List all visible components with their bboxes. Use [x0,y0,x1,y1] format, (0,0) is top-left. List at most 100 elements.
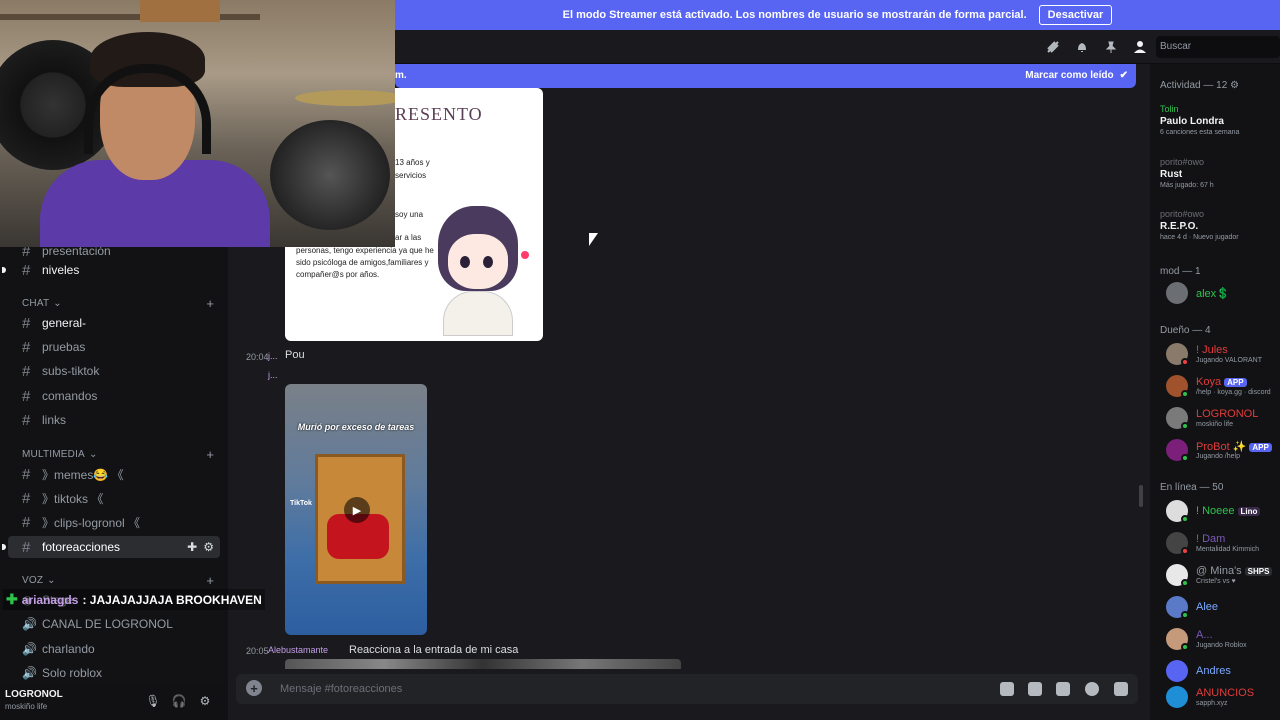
channel-links[interactable]: # links [8,409,220,431]
add-channel-button[interactable]: + [206,296,214,311]
search-input[interactable]: Buscar [1156,36,1280,58]
channel-label: fotoreacciones [42,540,121,554]
channel-label: links [42,413,67,427]
gear-icon[interactable]: ⚙ [203,540,214,554]
speaker-icon: 🔊 [22,642,37,656]
emoji-icon[interactable] [1085,682,1099,696]
member-item[interactable]: Andres [1166,660,1280,686]
gamepad-icon[interactable] [1114,682,1128,696]
headphones-icon[interactable]: 🎧 [170,692,188,710]
add-member-icon[interactable]: ✚ [187,540,197,554]
channel-memes[interactable]: # 》memes😂 《 [8,463,220,485]
avatar [1166,660,1188,682]
member-item[interactable]: ! Dam Mentalidad Kimmich [1166,532,1280,558]
channel-clips[interactable]: # 》clips-logronol 《 [8,511,220,533]
channel-label: CANAL DE LOGRONOL [42,617,173,631]
category-voz[interactable]: VOZ ⌄ [22,575,56,586]
member-item[interactable]: ProBot ✨ APP Jugando /help [1166,439,1280,465]
scrollbar[interactable] [1139,485,1143,507]
like-count: 342 [516,293,530,302]
attach-plus-icon[interactable]: + [246,680,262,696]
member-name: ! Jules [1196,344,1228,356]
activity-game: R.E.P.O. [1160,221,1199,232]
category-chat[interactable]: CHAT ⌄ [22,298,62,309]
activity-item[interactable]: porito#owo Rust Más jugado: 67 h [1160,157,1280,189]
status-indicator [1181,515,1189,523]
bell-icon[interactable] [1074,39,1090,55]
member-tag: Lino [1237,507,1261,516]
member-item[interactable]: ! Jules Jugando VALORANT [1166,343,1280,369]
next-attachment[interactable] [285,659,681,669]
hash-icon: # [22,538,31,556]
hash-icon: # [22,362,31,380]
deactivate-button[interactable]: Desactivar [1038,5,1113,25]
channel-tiktoks[interactable]: # 》tiktoks 《 [8,487,220,509]
drum-illustration [270,120,390,230]
member-item[interactable]: Koya APP/help · koya.gg · discord [1166,375,1280,401]
member-name: alex💲 [1196,288,1230,300]
avatar [1166,282,1188,304]
add-channel-button[interactable]: + [206,573,214,588]
member-item[interactable]: ANUNCIOS sapph.xyz [1166,686,1280,712]
status-indicator [1181,390,1189,398]
member-status: moskiño life [1196,421,1233,428]
channel-pruebas[interactable]: # pruebas [8,336,220,358]
channel-comandos[interactable]: # comandos [8,385,220,407]
mouse-cursor [589,233,598,246]
channel-subs-tiktok[interactable]: # subs-tiktok [8,360,220,382]
message-author[interactable]: j... [268,370,278,380]
channel-label: 》memes😂 《 [42,467,124,482]
hash-icon: # [22,513,31,531]
member-name: @ Mina's SHPS [1196,565,1273,577]
activity-item[interactable]: Tolin Paulo Londra 6 canciones esta sema… [1160,104,1280,136]
tiktok-brand: TikTok [290,500,312,507]
message-input[interactable]: Mensaje #fotoreacciones [280,683,402,695]
channel-fotoreacciones[interactable]: # fotoreacciones ✚ ⚙ [2,536,220,558]
member-item[interactable]: @ Mina's SHPS Cristel's vs ♥ [1166,564,1280,590]
mod-header: mod — 1 [1160,266,1201,277]
member-status: /help · koya.gg · discord [1196,389,1271,396]
voice-channel-roblox[interactable]: 🔊 Solo roblox [8,662,220,684]
channel-label: comandos [42,389,98,403]
message-composer[interactable]: + Mensaje #fotoreacciones [236,674,1138,704]
member-list: Actividad — 12 ⚙ Tolin Paulo Londra 6 ca… [1150,64,1280,720]
gift-icon[interactable] [1000,682,1014,696]
message-author[interactable]: Alebustamante [268,645,328,655]
voice-channel-logronol[interactable]: 🔊 CANAL DE LOGRONOL [8,613,220,635]
activity-game: Paulo Londra [1160,116,1224,127]
channel-label: charlando [42,642,95,656]
gear-icon[interactable]: ⚙ [196,692,214,710]
voice-channel-charlando[interactable]: 🔊 charlando [8,638,220,660]
threads-icon[interactable] [1045,39,1061,55]
member-item[interactable]: alex💲 [1166,282,1280,308]
image-line: soy una [395,210,424,219]
member-list-icon[interactable] [1132,39,1148,55]
category-label: VOZ [22,575,44,586]
video-attachment[interactable]: Murió por exceso de tareas TikTok ▶ [285,384,427,635]
status-indicator [1181,611,1189,619]
member-item[interactable]: LOGRONOL moskiño life [1166,407,1280,433]
member-item[interactable]: Alee [1166,596,1280,622]
play-icon[interactable]: ▶ [344,497,370,523]
speaker-icon: 🔊 [22,666,37,680]
category-multimedia[interactable]: MULTIMEDIA ⌄ [22,449,98,460]
online-header: En línea — 50 [1160,482,1224,493]
member-item[interactable]: ! Noeee Lino [1166,500,1280,526]
message-timestamp: 20:05 [246,646,269,656]
activity-item[interactable]: porito#owo R.E.P.O. hace 4 d · Nuevo jug… [1160,209,1280,241]
new-messages-bar[interactable]: m. Marcar como leído ✔ [395,64,1136,88]
hash-icon: # [22,489,31,507]
channel-general[interactable]: # general- [8,312,220,334]
microphone-icon[interactable]: 🎙 [144,692,162,710]
member-item[interactable]: A... Jugando Roblox [1166,628,1280,654]
message-author[interactable]: j... [268,351,278,361]
anime-character-illustration [433,206,523,336]
mark-read-button[interactable]: Marcar como leído [1025,70,1113,81]
gif-icon[interactable] [1028,682,1042,696]
sticker-icon[interactable] [1056,682,1070,696]
channel-niveles[interactable]: # niveles [2,259,220,281]
add-channel-button[interactable]: + [206,447,214,462]
status-indicator [1181,579,1189,587]
user-name[interactable]: LOGRONOL [5,689,63,700]
pin-icon[interactable] [1103,39,1119,55]
